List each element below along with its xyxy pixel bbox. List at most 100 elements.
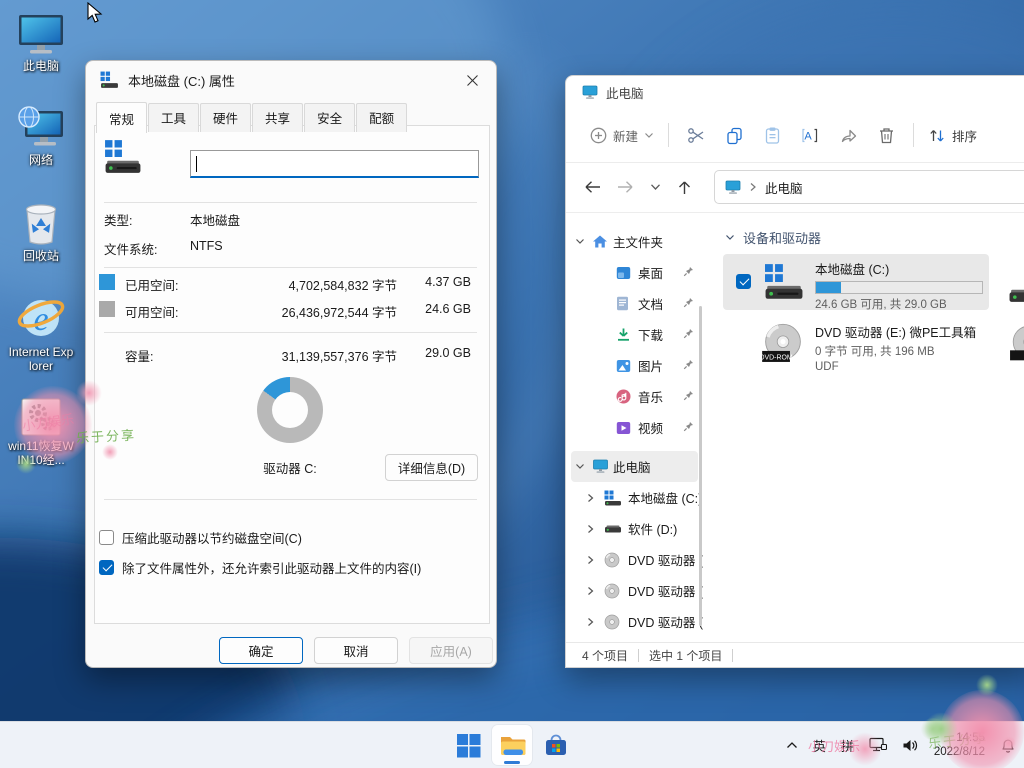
sort-button-label: 排序: [952, 126, 977, 145]
chevron-down-icon[interactable]: [575, 463, 585, 470]
dvd-icon: [604, 552, 620, 568]
explorer-title: 此电脑: [606, 83, 644, 102]
tray-time: 14:55: [934, 731, 985, 745]
apply-button[interactable]: 应用(A): [409, 637, 493, 664]
ok-button[interactable]: 确定: [219, 637, 303, 664]
desktop-icon-this-pc[interactable]: 此电脑: [8, 14, 74, 73]
taskbar-file-explorer-button[interactable]: [492, 725, 532, 765]
compress-checkbox[interactable]: [99, 530, 114, 545]
desktop-icon-network[interactable]: 网络: [8, 106, 74, 167]
sidebar-item-this-pc[interactable]: 此电脑: [571, 451, 698, 482]
tab-sharing[interactable]: 共享: [252, 103, 303, 132]
chevron-down-icon[interactable]: [575, 238, 585, 245]
chevron-right-icon[interactable]: [587, 617, 594, 627]
pin-icon: [683, 421, 694, 433]
volume-icon[interactable]: [902, 738, 919, 753]
windows-drive-icon: [100, 71, 119, 89]
drive-c-tile[interactable]: 本地磁盘 (C:) 24.6 GB 可用, 共 29.0 GB: [723, 254, 989, 310]
share-icon: [839, 126, 858, 145]
paste-button[interactable]: [753, 118, 791, 152]
sidebar-item-dvd-2[interactable]: DVD 驱动器 (F:): [566, 606, 703, 637]
sidebar-item-pictures[interactable]: 图片: [566, 350, 703, 381]
cut-icon: [687, 126, 706, 145]
tab-general[interactable]: 常规: [96, 102, 147, 133]
tile-checkbox[interactable]: [736, 274, 751, 289]
chevron-right-icon[interactable]: [587, 586, 594, 596]
delete-button[interactable]: [867, 118, 905, 152]
chevron-right-icon[interactable]: [587, 493, 594, 503]
details-button[interactable]: 详细信息(D): [385, 454, 478, 481]
back-icon[interactable]: [584, 180, 601, 194]
microsoft-store-icon: [543, 732, 569, 758]
new-button[interactable]: 新建: [584, 120, 660, 151]
sidebar-item-desktop[interactable]: 桌面: [566, 257, 703, 288]
network-icon[interactable]: [869, 737, 887, 753]
chevron-right-icon[interactable]: [587, 555, 594, 565]
breadcrumb-chevron-icon: [749, 182, 757, 192]
copy-button[interactable]: [715, 118, 753, 152]
tab-tools[interactable]: 工具: [148, 103, 199, 132]
drive-icon-large: [104, 139, 142, 180]
chevron-down-icon[interactable]: [725, 234, 735, 241]
ime-language-indicator[interactable]: 英: [813, 736, 826, 755]
share-button[interactable]: [829, 118, 867, 152]
home-icon: [592, 234, 608, 249]
tab-hardware[interactable]: 硬件: [200, 103, 251, 132]
ime-pinyin-indicator[interactable]: 拼: [841, 736, 854, 755]
sidebar-item-label: 软件 (D:): [628, 519, 677, 538]
sidebar-item-documents[interactable]: 文档: [566, 288, 703, 319]
sidebar-item-videos[interactable]: 视频: [566, 412, 703, 443]
address-bar[interactable]: 此电脑: [714, 170, 1024, 204]
sidebar-item-label: DVD 驱动器 (F:): [628, 581, 703, 600]
taskbar-store-button[interactable]: [536, 725, 576, 765]
cancel-button[interactable]: 取消: [314, 637, 398, 664]
sidebar-item-label: 图片: [638, 356, 663, 375]
breadcrumb-item[interactable]: 此电脑: [765, 178, 803, 197]
chevron-right-icon[interactable]: [587, 524, 594, 534]
this-pc-icon: [725, 180, 741, 195]
desktop-icon-label: Internet Explorer: [8, 345, 74, 373]
desktop-icon-internet-explorer[interactable]: e Internet Explorer: [8, 292, 74, 373]
desktop[interactable]: 此电脑 网络 回收站 e: [0, 0, 1024, 768]
cut-button[interactable]: [677, 118, 715, 152]
up-icon[interactable]: [677, 180, 692, 195]
history-chevron-icon[interactable]: [650, 183, 661, 191]
drive-d-tile-partial[interactable]: [1007, 268, 1024, 309]
tab-security[interactable]: 安全: [304, 103, 355, 132]
start-button[interactable]: [448, 725, 488, 765]
dvd-icon: [604, 583, 620, 599]
paste-icon: [763, 126, 782, 145]
status-selected-count: 选中 1 个项目: [649, 647, 722, 664]
section-header-label: 设备和驱动器: [743, 228, 821, 247]
capacity-bytes: 31,139,557,376 字节: [282, 346, 397, 365]
explorer-navbar: 此电脑: [566, 162, 1024, 213]
sidebar-item-downloads[interactable]: 下载: [566, 319, 703, 350]
sidebar-item-dvd-f[interactable]: DVD 驱动器 (F:): [566, 575, 703, 606]
free-space-label: 可用空间:: [125, 302, 178, 321]
desktop-icon-win11-restore[interactable]: win11恢复WIN10经...: [8, 398, 74, 467]
tray-clock[interactable]: 14:55 2022/8/12: [934, 731, 985, 759]
index-checkbox[interactable]: [99, 560, 114, 575]
desktop-icon-recycle-bin[interactable]: 回收站: [8, 200, 74, 263]
sidebar-item-drive-d[interactable]: 软件 (D:): [566, 513, 703, 544]
sidebar-item-home[interactable]: 主文件夹: [566, 226, 703, 257]
sidebar-item-dvd-e[interactable]: DVD 驱动器 (E:): [566, 544, 703, 575]
tray-chevron-up-icon[interactable]: [786, 741, 798, 749]
rename-button[interactable]: A: [791, 118, 829, 152]
sidebar-item-drive-c[interactable]: 本地磁盘 (C:): [566, 482, 703, 513]
sidebar-item-music[interactable]: 音乐: [566, 381, 703, 412]
sidebar-scrollbar[interactable]: [699, 306, 702, 626]
forward-icon[interactable]: [617, 180, 634, 194]
tab-quota[interactable]: 配额: [356, 103, 407, 132]
drive-free-space: 24.6 GB 可用, 共 29.0 GB: [815, 296, 983, 312]
sort-button[interactable]: 排序: [922, 120, 983, 151]
volume-label-input[interactable]: [190, 150, 479, 178]
dvd-f-tile-partial[interactable]: [1009, 324, 1024, 369]
dvd-e-tile[interactable]: DVD-ROM DVD 驱动器 (E:) 微PE工具箱 0 字节 可用, 共 1…: [723, 316, 989, 374]
explorer-titlebar[interactable]: 此电脑: [566, 76, 1024, 108]
notifications-bell-icon[interactable]: [1000, 737, 1016, 754]
section-devices-and-drives[interactable]: 设备和驱动器: [725, 228, 821, 247]
close-button[interactable]: [455, 66, 489, 94]
sort-icon: [928, 127, 946, 144]
dialog-titlebar[interactable]: 本地磁盘 (C:) 属性: [86, 61, 496, 99]
